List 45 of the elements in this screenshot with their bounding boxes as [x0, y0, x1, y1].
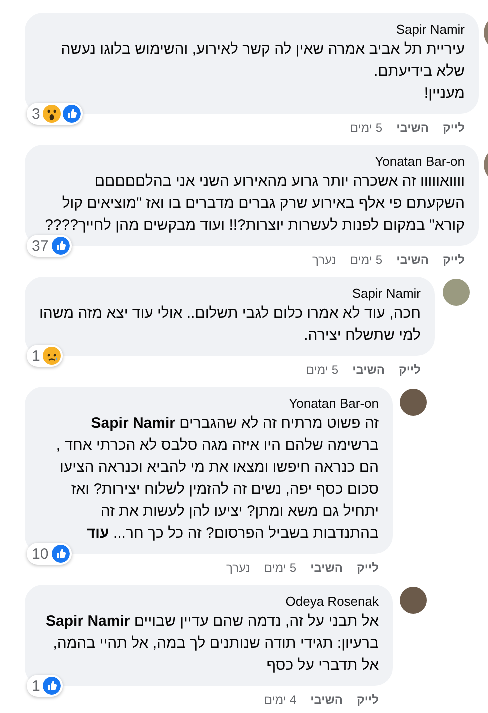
- like-link[interactable]: לייק: [357, 692, 379, 708]
- reaction-count: 3: [32, 106, 40, 122]
- reaction-count: 1: [32, 348, 40, 364]
- comment-author[interactable]: Yonatan Bar-on: [289, 395, 379, 413]
- comment-text: חכה, עוד לא אמרו כלום לגבי תשלום.. אולי עוד יצא מזה משהו למי שתשלח יצירה.: [39, 304, 421, 346]
- comment-author[interactable]: Odeya Rosenak: [286, 593, 379, 611]
- comment-author[interactable]: Sapir Namir: [396, 21, 465, 39]
- avatar[interactable]: [443, 279, 470, 306]
- reaction-badge[interactable]: 3: [27, 103, 84, 125]
- edited-label: נערך: [226, 560, 250, 576]
- reply-link[interactable]: השיבי: [396, 120, 430, 136]
- reaction-count: 10: [32, 546, 49, 562]
- reaction-badge[interactable]: 37: [27, 235, 72, 257]
- comment-time[interactable]: 5 ימים: [350, 120, 383, 136]
- comment-time[interactable]: 5 ימים: [306, 362, 339, 378]
- like-link[interactable]: לייק: [399, 362, 421, 378]
- comment-text: וווואווווו זה אשכרה יותר גרוע מהאירוע השני אני בהלםםםםם השקעתם פי אלף באירוע שרק גברים מדברים בו ואז "מוציאים קול קורא" במקום לפנות לעשרות יוצרות?!! ועוד מבקשים מהן לחייך????: [44, 172, 465, 236]
- see-more-link[interactable]: עוד: [86, 525, 110, 542]
- reaction-badge[interactable]: 10: [27, 543, 72, 565]
- avatar[interactable]: [400, 389, 427, 416]
- like-link[interactable]: לייק: [443, 252, 465, 268]
- edited-label: נערך: [312, 252, 336, 268]
- reply-link[interactable]: השיבי: [310, 692, 344, 708]
- reaction-count: 1: [32, 678, 40, 694]
- reaction-count: 37: [32, 238, 49, 254]
- reply-link[interactable]: השיבי: [396, 252, 430, 268]
- surprised-face-icon: [43, 105, 62, 123]
- comment-time[interactable]: 5 ימים: [264, 560, 297, 576]
- thumbs-up-icon: [52, 237, 70, 255]
- comment-text: עיריית תל אביב אמרה שאין לה קשר לאירוע, והשימוש בלוגו נעשה שלא בידיעתם. מעניין!: [60, 40, 465, 104]
- like-link[interactable]: לייק: [443, 120, 465, 136]
- reaction-badge[interactable]: 1: [27, 345, 64, 367]
- avatar[interactable]: [400, 587, 427, 614]
- reply-link[interactable]: השיבי: [310, 560, 344, 576]
- thumbs-up-icon: [43, 677, 62, 695]
- thumbs-up-icon: [63, 105, 82, 123]
- crying-face-icon: [43, 347, 62, 365]
- like-link[interactable]: לייק: [357, 560, 379, 576]
- thumbs-up-icon: [52, 545, 70, 563]
- comment-author[interactable]: Yonatan Bar-on: [375, 153, 465, 171]
- comment-author[interactable]: Sapir Namir: [352, 285, 421, 303]
- reply-link[interactable]: השיבי: [352, 362, 386, 378]
- comment-time[interactable]: 4 ימים: [264, 692, 297, 708]
- reaction-badge[interactable]: 1: [27, 675, 64, 697]
- comment-time[interactable]: 5 ימים: [350, 252, 383, 268]
